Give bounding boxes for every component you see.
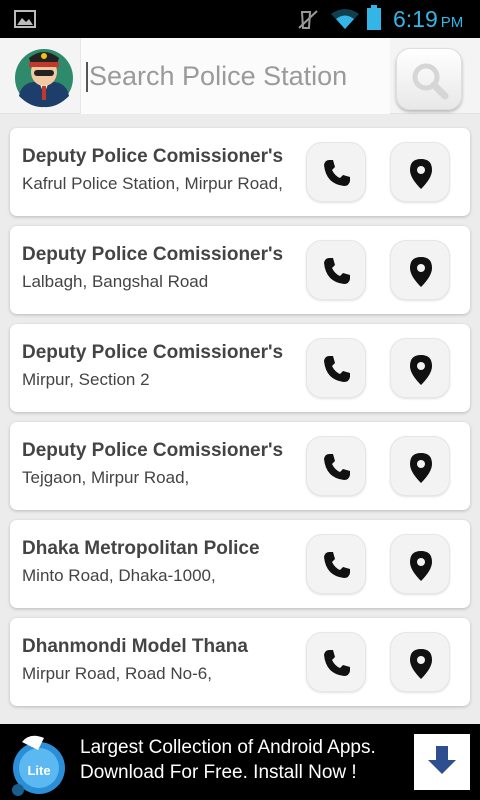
ad-logo-badge: Lite — [27, 763, 50, 778]
call-button[interactable] — [306, 240, 366, 300]
station-card[interactable]: Deputy Police Comissioner's Kafrul Polic… — [10, 128, 470, 216]
header — [0, 38, 480, 114]
station-name: Deputy Police Comissioner's — [22, 244, 284, 265]
status-bar: 6:19 PM — [0, 0, 480, 38]
call-button[interactable] — [306, 142, 366, 202]
search-input[interactable] — [84, 56, 384, 96]
wifi-icon — [331, 9, 359, 29]
location-pin-icon — [410, 355, 432, 385]
station-card[interactable]: Deputy Police Comissioner's Tejgaon, Mir… — [10, 422, 470, 510]
search-field[interactable] — [80, 38, 390, 114]
station-address: Mirpur Road, Road No-6, — [22, 664, 212, 683]
phone-icon — [324, 454, 350, 480]
station-card[interactable]: Dhanmondi Model Thana Mirpur Road, Road … — [10, 618, 470, 706]
location-pin-icon — [410, 649, 432, 679]
station-card[interactable]: Dhaka Metropolitan Police Minto Road, Dh… — [10, 520, 470, 608]
call-button[interactable] — [306, 534, 366, 594]
ad-headline: Largest Collection of Android Apps. — [80, 737, 376, 758]
station-name: Deputy Police Comissioner's — [22, 146, 284, 167]
station-address: Kafrul Police Station, Mirpur Road, — [22, 174, 283, 193]
phone-icon — [324, 258, 350, 284]
station-address: Lalbagh, Bangshal Road — [22, 272, 209, 291]
ad-banner[interactable]: Lite Largest Collection of Android Apps.… — [0, 724, 480, 800]
clock-time: 6:19 — [393, 6, 438, 32]
map-button[interactable] — [390, 240, 450, 300]
clock-ampm: PM — [440, 14, 464, 31]
map-button[interactable] — [390, 338, 450, 398]
map-button[interactable] — [390, 534, 450, 594]
phone-icon — [324, 650, 350, 676]
station-address: Mirpur, Section 2 — [22, 370, 150, 389]
mute-icon — [298, 10, 318, 29]
station-card[interactable]: Deputy Police Comissioner's Mirpur, Sect… — [10, 324, 470, 412]
call-button[interactable] — [306, 632, 366, 692]
station-address: Minto Road, Dhaka-1000, — [22, 566, 216, 585]
station-name: Dhaka Metropolitan Police — [22, 538, 260, 559]
map-button[interactable] — [390, 632, 450, 692]
map-button[interactable] — [390, 142, 450, 202]
map-button[interactable] — [390, 436, 450, 496]
search-icon — [412, 63, 449, 100]
station-name: Dhanmondi Model Thana — [22, 636, 248, 657]
ad-download-button[interactable] — [414, 734, 470, 790]
search-button[interactable] — [396, 48, 462, 110]
location-pin-icon — [410, 551, 432, 581]
image-icon — [14, 10, 36, 28]
phone-icon — [324, 552, 350, 578]
download-arrow-icon — [428, 746, 456, 774]
phone-icon — [324, 160, 350, 186]
battery-icon — [367, 5, 381, 30]
ad-subline: Download For Free. Install Now ! — [80, 762, 357, 783]
station-address: Tejgaon, Mirpur Road, — [22, 468, 190, 487]
call-button[interactable] — [306, 436, 366, 496]
station-card[interactable]: Deputy Police Comissioner's Lalbagh, Ban… — [10, 226, 470, 314]
station-name: Deputy Police Comissioner's — [22, 342, 284, 363]
phone-icon — [324, 356, 350, 382]
location-pin-icon — [410, 453, 432, 483]
call-button[interactable] — [306, 338, 366, 398]
location-pin-icon — [410, 159, 432, 189]
location-pin-icon — [410, 257, 432, 287]
clock: 6:19 PM — [393, 6, 463, 33]
police-officer-avatar — [15, 49, 73, 108]
ad-app-logo: Lite — [12, 735, 65, 796]
station-name: Deputy Police Comissioner's — [22, 440, 284, 461]
